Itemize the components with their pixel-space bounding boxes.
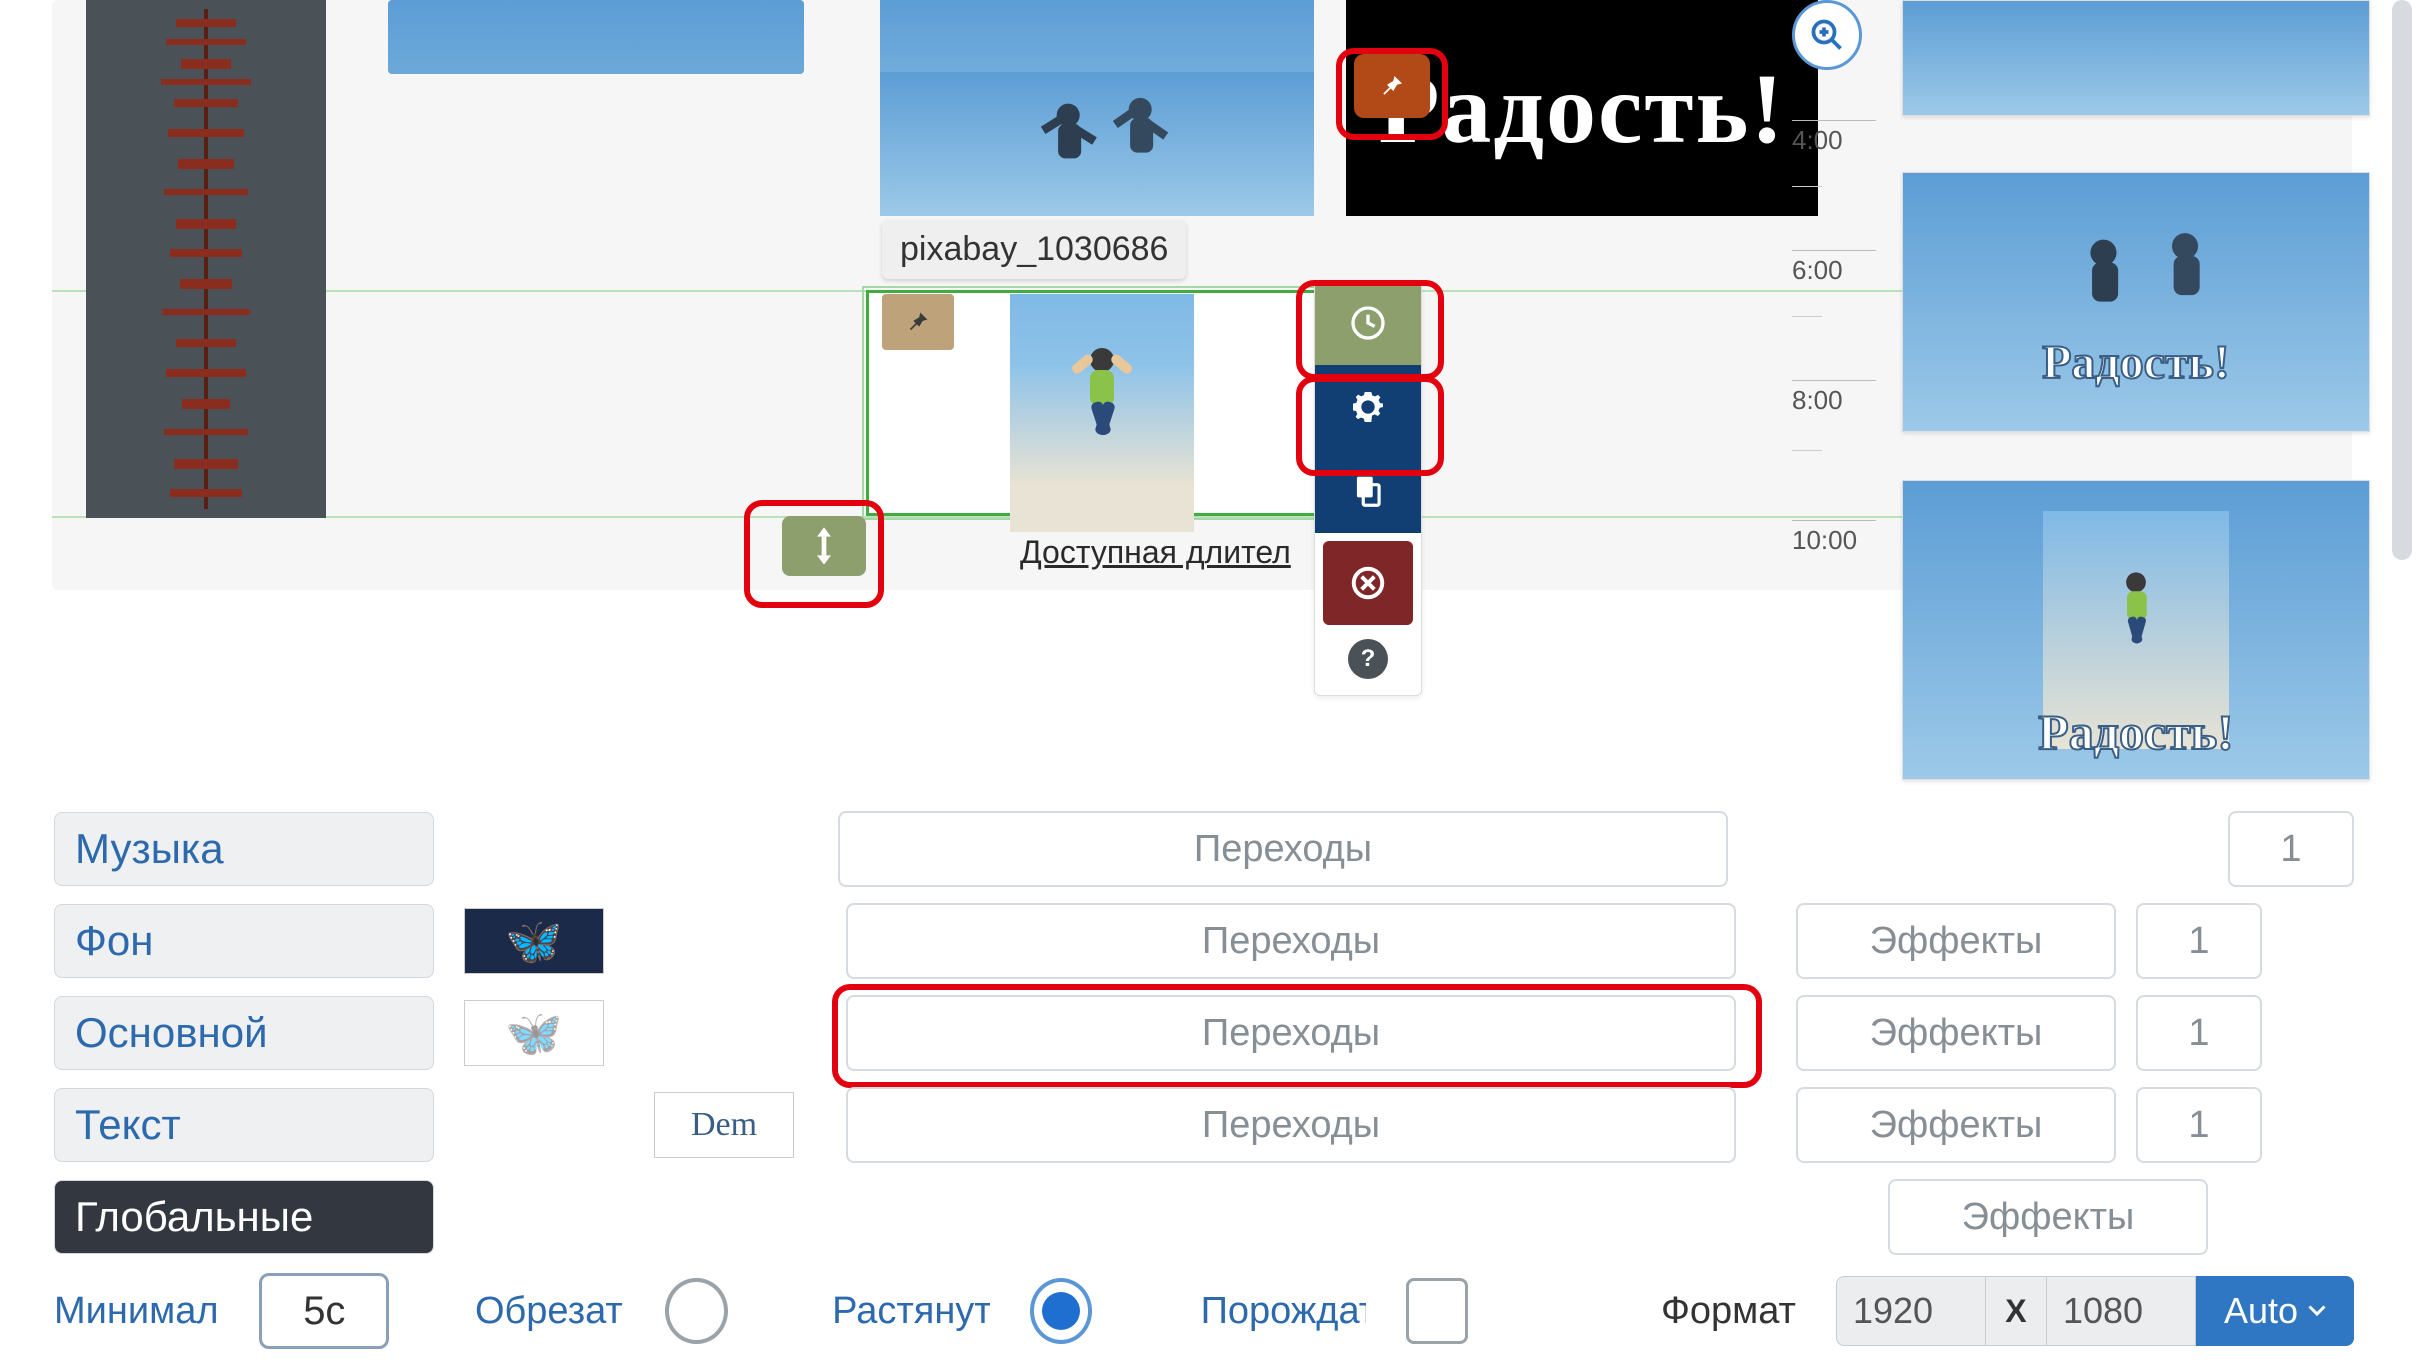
- transitions-button[interactable]: Переходы: [838, 811, 1728, 887]
- audio-waveform-track[interactable]: [86, 0, 326, 518]
- preview-overlay-text: Радость!: [2038, 703, 2234, 761]
- pin-icon: [904, 308, 932, 336]
- layer-settings-panel: Музыка Переходы 1 Фон 🦋 Переходы Эффекты…: [54, 808, 2354, 1268]
- butterfly-icon: 🦋: [505, 1006, 562, 1061]
- timeline-clip[interactable]: [388, 0, 804, 74]
- copy-icon: [1349, 472, 1387, 510]
- settings-button[interactable]: [1315, 365, 1421, 449]
- count-box[interactable]: 1: [2136, 903, 2262, 979]
- auto-button-label: Auto: [2224, 1290, 2298, 1332]
- ruler-minor-tick: [1792, 316, 1822, 317]
- layer-thumb-chip-butterfly-light[interactable]: 🦋: [464, 1000, 604, 1066]
- chevron-down-icon: [2308, 1305, 2326, 1317]
- layer-thumb-chip-demo[interactable]: Dem: [654, 1092, 794, 1158]
- crop-label: Обрезать: [475, 1290, 625, 1333]
- pin-icon: [1377, 71, 1407, 101]
- count-box[interactable]: 1: [2228, 811, 2354, 887]
- crop-radio[interactable]: [665, 1278, 727, 1344]
- butterfly-icon: 🦋: [505, 914, 562, 969]
- preview-thumb-1[interactable]: [1902, 0, 2370, 116]
- clip-action-toolbar: ?: [1314, 280, 1422, 696]
- duration-button[interactable]: [1315, 281, 1421, 365]
- transitions-button[interactable]: Переходы: [846, 995, 1736, 1071]
- preview-thumb-2[interactable]: Радость!: [1902, 172, 2370, 432]
- effects-button[interactable]: Эффекты: [1796, 903, 2116, 979]
- ruler-tick: 6:00: [1792, 250, 1876, 286]
- transitions-button[interactable]: Переходы: [846, 903, 1736, 979]
- preview-thumb-3[interactable]: Радость!: [1902, 480, 2370, 780]
- effects-button[interactable]: Эффекты: [1888, 1179, 2208, 1255]
- layer-button-global[interactable]: Глобальные: [54, 1180, 434, 1254]
- format-row: Минималь Обрезать Растянуть Порождать Фо…: [54, 1276, 2354, 1346]
- jumping-person-icon: [1052, 338, 1152, 488]
- layer-button-background[interactable]: Фон: [54, 904, 434, 978]
- spawn-checkbox[interactable]: [1406, 1278, 1468, 1344]
- spawn-label: Порождать: [1201, 1290, 1366, 1333]
- effects-button[interactable]: Эффекты: [1796, 1087, 2116, 1163]
- help-button[interactable]: ?: [1348, 639, 1388, 679]
- help-icon: ?: [1361, 645, 1376, 673]
- count-box[interactable]: 1: [2136, 1087, 2262, 1163]
- time-ruler: 4:00 6:00 8:00 10:00: [1792, 80, 1876, 560]
- format-height-input[interactable]: [2046, 1276, 2196, 1346]
- jumping-couple-icon: [1973, 195, 2299, 376]
- jumping-couple-icon: [880, 72, 1314, 216]
- min-duration-input[interactable]: [259, 1273, 389, 1349]
- format-auto-button[interactable]: Auto: [2196, 1276, 2354, 1346]
- pin-button-small[interactable]: [882, 294, 954, 350]
- layer-row-main: Основной 🦋 Переходы Эффекты 1: [54, 992, 2354, 1074]
- zoom-in-button[interactable]: [1792, 0, 1862, 70]
- ruler-tick: 8:00: [1792, 380, 1876, 416]
- ruler-minor-tick: [1792, 186, 1822, 187]
- gear-icon: [1348, 387, 1388, 427]
- zoom-in-icon: [1809, 17, 1845, 53]
- clip-text-content: Радость!: [1378, 51, 1785, 166]
- stretch-radio[interactable]: [1030, 1278, 1092, 1344]
- ruler-minor-tick: [1792, 450, 1822, 451]
- clock-icon: [1348, 303, 1388, 343]
- layer-row-music: Музыка Переходы 1: [54, 808, 2354, 890]
- layer-button-text[interactable]: Текст: [54, 1088, 434, 1162]
- layer-thumb-chip-butterfly[interactable]: 🦋: [464, 908, 604, 974]
- format-label: Формат: [1661, 1290, 1796, 1333]
- transitions-button[interactable]: Переходы: [846, 1087, 1736, 1163]
- ruler-tick: 4:00: [1792, 120, 1876, 156]
- effects-button[interactable]: Эффекты: [1796, 995, 2116, 1071]
- layer-row-text: Текст Dem Переходы Эффекты 1: [54, 1084, 2354, 1166]
- timeline-editor: pixabay_1030686 Доступная длител Радость…: [52, 0, 2352, 590]
- pin-button-orange[interactable]: [1354, 54, 1430, 118]
- clip-name-tooltip: pixabay_1030686: [882, 220, 1186, 279]
- layer-button-music[interactable]: Музыка: [54, 812, 434, 886]
- format-x-separator: X: [1986, 1276, 2046, 1346]
- count-box[interactable]: 1: [2136, 995, 2262, 1071]
- timeline-clip-couple[interactable]: [880, 72, 1314, 216]
- ruler-tick: 10:00: [1792, 520, 1876, 556]
- waveform-icon: [126, 9, 286, 509]
- min-duration-label: Минималь: [54, 1290, 219, 1333]
- clip-thumbnail-jumper: [1010, 294, 1194, 532]
- scrollbar[interactable]: [2392, 0, 2412, 560]
- format-width-input[interactable]: [1836, 1276, 1986, 1346]
- radio-dot-icon: [1042, 1292, 1080, 1330]
- stretch-label: Растянуть: [832, 1290, 990, 1333]
- copy-button[interactable]: [1315, 449, 1421, 533]
- layer-button-main[interactable]: Основной: [54, 996, 434, 1070]
- up-down-arrow-icon: [810, 527, 838, 565]
- close-circle-icon: [1349, 564, 1387, 602]
- reorder-handle[interactable]: [782, 516, 866, 576]
- layer-row-global: Глобальные Эффекты: [54, 1176, 2354, 1258]
- jumping-person-icon: [2091, 560, 2181, 700]
- available-duration-label[interactable]: Доступная длител: [1020, 534, 1320, 571]
- layer-row-background: Фон 🦋 Переходы Эффекты 1: [54, 900, 2354, 982]
- delete-button[interactable]: [1323, 541, 1413, 625]
